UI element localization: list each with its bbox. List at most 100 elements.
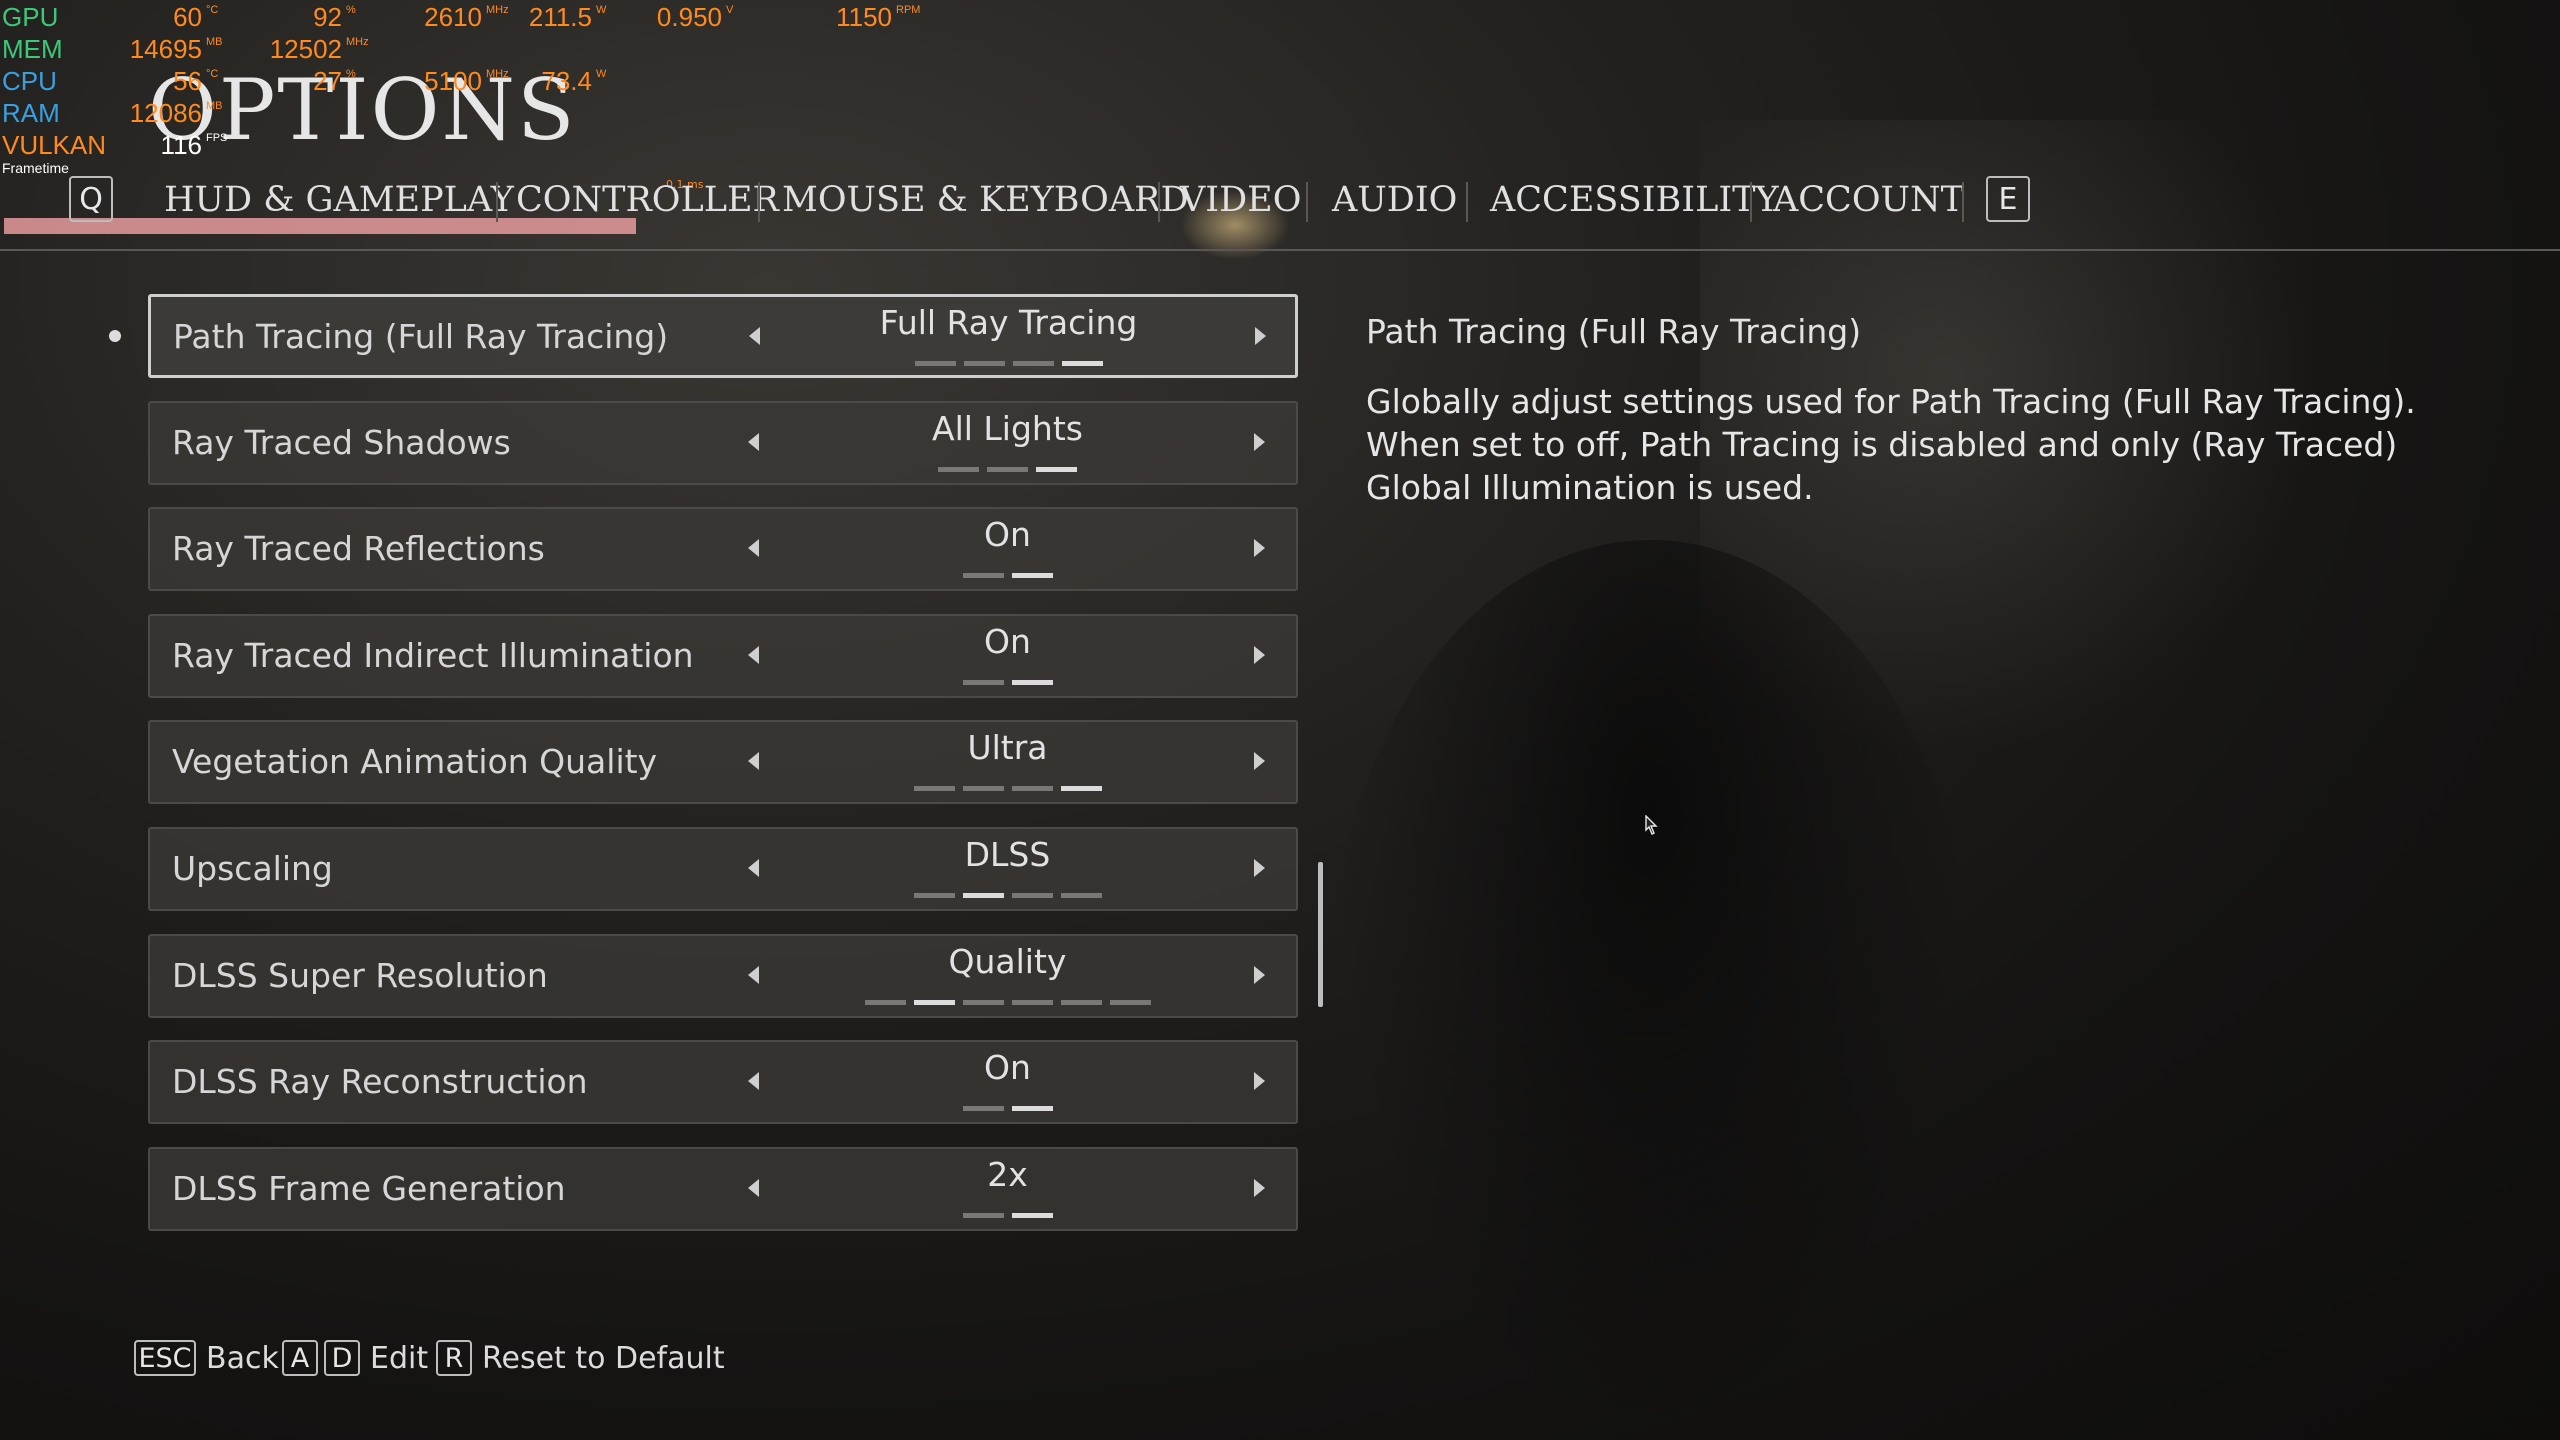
- setting-label: Vegetation Animation Quality: [172, 742, 658, 782]
- osd-unit: MB: [206, 36, 223, 48]
- setting-level-indicator: [770, 466, 1245, 472]
- arrow-right-icon[interactable]: [1255, 327, 1266, 345]
- mouse-cursor-icon: [1645, 815, 1658, 835]
- arrow-right-icon[interactable]: [1254, 752, 1265, 771]
- osd-label: VULKAN: [2, 130, 107, 160]
- reset-label: Reset to Default: [482, 1341, 725, 1376]
- tab-controller[interactable]: CONTROLLER: [516, 180, 779, 220]
- tab-separator: [758, 182, 760, 222]
- setting-row[interactable]: Ray Traced Shadows All Lights: [148, 400, 1298, 485]
- setting-value: On: [984, 1048, 1031, 1088]
- prev-tab-key[interactable]: Q: [69, 176, 113, 222]
- tab-mouse-keyboard[interactable]: MOUSE & KEYBOARD: [782, 180, 1189, 220]
- arrow-left-icon[interactable]: [748, 539, 759, 558]
- level-pip: [1060, 786, 1102, 792]
- setting-value: Full Ray Tracing: [879, 303, 1138, 342]
- setting-value: On: [984, 515, 1031, 555]
- arrow-left-icon[interactable]: [749, 327, 760, 345]
- osd-value: 2610: [424, 2, 482, 32]
- level-pip: [913, 893, 955, 898]
- edit-label: Edit: [370, 1341, 429, 1376]
- setting-row[interactable]: DLSS Ray Reconstruction On: [148, 1040, 1298, 1125]
- tab-audio[interactable]: AUDIO: [1332, 180, 1457, 220]
- arrow-right-icon[interactable]: [1254, 859, 1265, 877]
- tab-separator: [1158, 182, 1160, 222]
- arrow-left-icon[interactable]: [748, 1178, 759, 1197]
- setting-row[interactable]: Ray Traced Reflections On: [148, 507, 1298, 592]
- osd-value: 92: [313, 2, 342, 32]
- arrow-right-icon[interactable]: [1254, 1072, 1265, 1091]
- setting-label: DLSS Super Resolution: [172, 955, 548, 995]
- arrow-left-icon[interactable]: [748, 859, 759, 877]
- tab-accessibility[interactable]: ACCESSIBILITY: [1490, 180, 1779, 220]
- description-body: Globally adjust settings used for Path T…: [1366, 382, 2416, 507]
- level-pip: [913, 786, 955, 792]
- setting-value: All Lights: [932, 408, 1083, 448]
- osd-value: 14695: [129, 34, 202, 64]
- setting-row[interactable]: DLSS Frame Generation 2x: [148, 1146, 1298, 1231]
- osd-label: GPU: [2, 2, 59, 32]
- arrow-left-icon[interactable]: [748, 432, 759, 451]
- level-pip: [962, 893, 1004, 898]
- tab-separator: [496, 182, 498, 222]
- setting-level-indicator: [770, 1212, 1245, 1218]
- tab-divider-line: [0, 249, 2560, 251]
- setting-row[interactable]: Vegetation Animation Quality Ultra: [148, 720, 1298, 805]
- arrow-left-icon[interactable]: [748, 965, 759, 984]
- setting-label: Path Tracing (Full Ray Tracing): [173, 317, 669, 356]
- level-pip: [962, 1106, 1004, 1112]
- level-pip: [1109, 999, 1151, 1005]
- arrow-right-icon[interactable]: [1254, 1178, 1265, 1197]
- settings-scrollbar[interactable]: [1318, 862, 1323, 1007]
- osd-value: 211.5: [528, 2, 592, 32]
- level-pip: [1011, 1106, 1053, 1112]
- setting-level-indicator: [770, 679, 1245, 685]
- arrow-right-icon[interactable]: [1254, 539, 1265, 558]
- setting-level-indicator: [770, 1106, 1245, 1112]
- level-pip: [913, 999, 955, 1005]
- level-pip: [1060, 999, 1102, 1005]
- selection-bullet: [109, 330, 121, 342]
- level-pip: [962, 999, 1004, 1005]
- tab-account[interactable]: ACCOUNT: [1773, 180, 1964, 220]
- arrow-right-icon[interactable]: [1254, 645, 1265, 664]
- level-pip: [1060, 893, 1102, 898]
- osd-value: 73.4: [541, 66, 592, 96]
- next-tab-key[interactable]: E: [1986, 176, 2030, 222]
- arrow-right-icon[interactable]: [1254, 432, 1265, 451]
- arrow-left-icon[interactable]: [748, 645, 759, 664]
- reset-key[interactable]: R: [436, 1340, 472, 1376]
- level-pip: [1061, 361, 1103, 366]
- osd-value: 0.950: [656, 2, 722, 32]
- osd-value: 12502: [269, 34, 342, 64]
- edit-key-d[interactable]: D: [324, 1340, 360, 1376]
- setting-row[interactable]: Path Tracing (Full Ray Tracing) Full Ray …: [148, 294, 1298, 378]
- level-pip: [1011, 999, 1053, 1005]
- setting-row[interactable]: Ray Traced Indirect Illumination On: [148, 613, 1298, 698]
- level-pip: [864, 999, 906, 1005]
- osd-value: 56: [173, 66, 202, 96]
- setting-level-indicator: [770, 573, 1245, 579]
- setting-level-indicator: [770, 999, 1245, 1005]
- level-pip: [962, 1212, 1004, 1218]
- osd-unit: FPS: [206, 132, 228, 144]
- arrow-right-icon[interactable]: [1254, 965, 1265, 984]
- osd-unit: W: [596, 4, 607, 16]
- setting-label: Ray Traced Shadows: [172, 422, 511, 462]
- tab-bar: Q HUD & GAMEPLAY CONTROLLER MOUSE & KEYBOA…: [0, 176, 2560, 251]
- osd-unit: RPM: [896, 4, 921, 16]
- level-pip: [962, 679, 1004, 685]
- setting-row[interactable]: DLSS Super Resolution Quality: [148, 933, 1298, 1018]
- osd-label: CPU: [2, 66, 57, 96]
- osd-value: 12086: [129, 98, 202, 128]
- back-key[interactable]: ESC: [134, 1340, 196, 1376]
- arrow-left-icon[interactable]: [748, 1072, 759, 1091]
- tab-hud-gameplay[interactable]: HUD & GAMEPLAY: [164, 180, 514, 220]
- level-pip: [987, 466, 1028, 472]
- arrow-left-icon[interactable]: [748, 752, 759, 771]
- setting-level-indicator: [770, 786, 1245, 792]
- tab-video[interactable]: VIDEO: [1180, 180, 1301, 220]
- setting-row[interactable]: Upscaling DLSS: [148, 827, 1298, 911]
- edit-key-a[interactable]: A: [282, 1340, 318, 1376]
- level-pip: [1011, 893, 1053, 898]
